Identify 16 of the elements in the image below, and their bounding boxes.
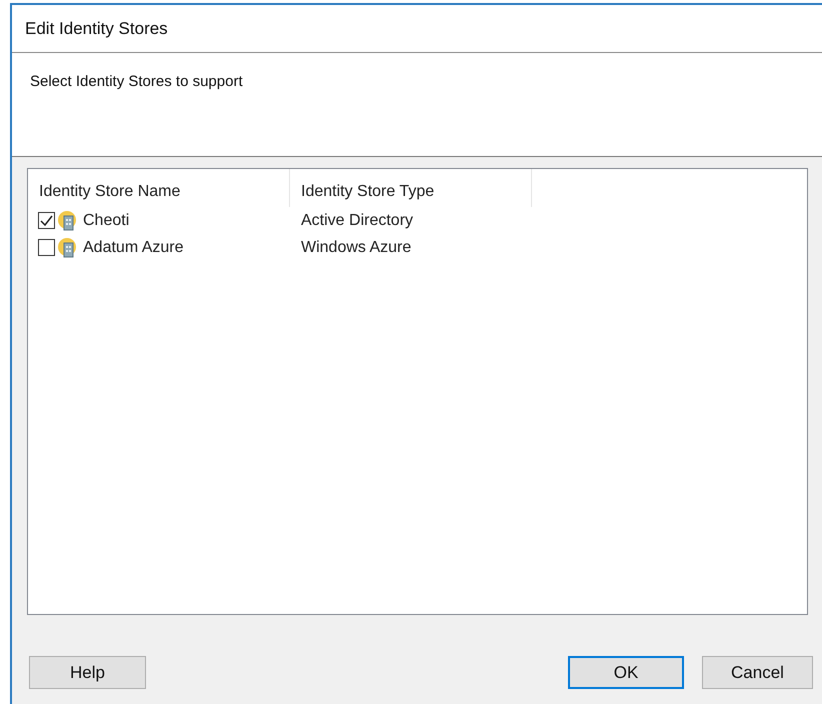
checkbox[interactable] (38, 239, 55, 256)
cancel-button[interactable]: Cancel (702, 656, 813, 689)
column-header[interactable]: Identity Store Type (290, 169, 532, 207)
column-header[interactable]: Identity Store Name (28, 169, 290, 207)
ok-button[interactable]: OK (568, 656, 684, 689)
store-type: Windows Azure (300, 238, 412, 258)
checkbox[interactable] (38, 212, 55, 229)
window-title: Edit Identity Stores (25, 18, 168, 40)
store-name: Adatum Azure (83, 238, 184, 258)
building-icon (58, 210, 78, 230)
store-type: Active Directory (300, 210, 414, 230)
store-name: Cheoti (83, 210, 130, 230)
check-icon (40, 214, 53, 227)
help-button[interactable]: Help (29, 656, 146, 689)
building-icon (58, 238, 78, 258)
description-text: Select Identity Stores to support (30, 73, 243, 90)
